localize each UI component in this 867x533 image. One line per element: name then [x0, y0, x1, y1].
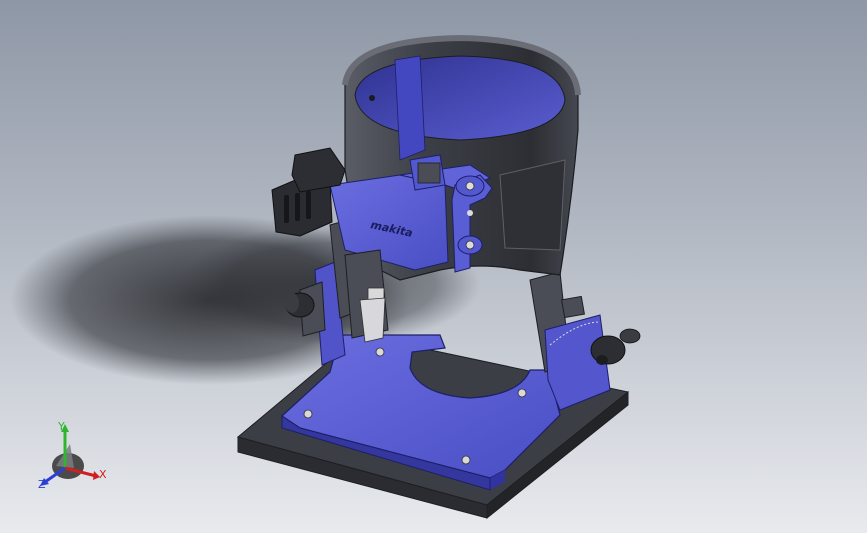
graphics-viewport[interactable]: makita Y X Z — [0, 0, 867, 533]
screw-hole — [517, 388, 527, 398]
axis-label-z: Z — [38, 478, 46, 491]
axis-triad: Y X Z — [38, 420, 107, 491]
clamp-block — [417, 162, 441, 184]
screw-hole — [375, 347, 385, 357]
axis-label-x: X — [99, 468, 107, 481]
model-canvas[interactable]: makita Y X Z — [0, 0, 867, 533]
screw-hole — [369, 95, 375, 101]
screw-hole — [461, 455, 471, 465]
axis-label-y: Y — [57, 420, 65, 433]
screw-hole — [303, 409, 313, 419]
clamp-plate[interactable] — [344, 249, 389, 343]
left-knob[interactable] — [285, 292, 315, 318]
hex-nut — [561, 295, 585, 319]
